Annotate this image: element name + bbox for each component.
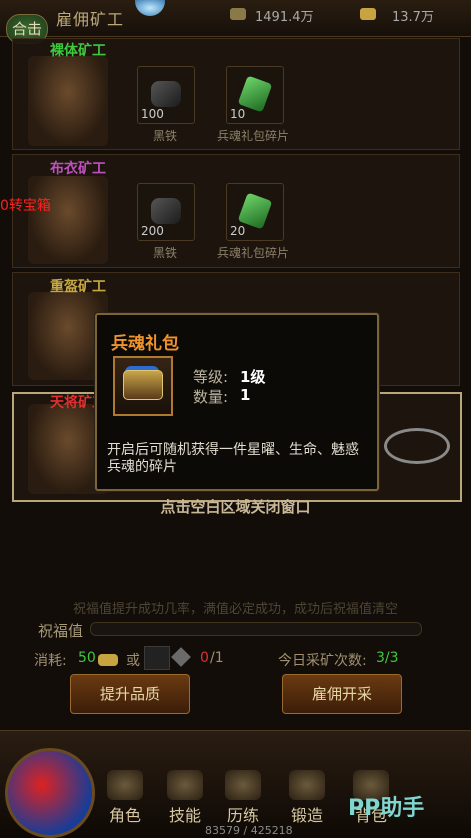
quantity-value: 1 — [240, 386, 251, 404]
cost-label: 消耗: — [34, 653, 67, 669]
watermark: PP助手 — [348, 796, 425, 821]
reward-count: 100 — [141, 107, 164, 121]
miner-figure — [28, 176, 108, 264]
reward-count: 200 — [141, 224, 164, 238]
item-tooltip-popup: 兵魂礼包 等级: 1级 数量: 1 开启后可随机获得一件星曜、生命、魅惑兵魂的碎… — [95, 313, 379, 491]
nav-label: 锻造 — [290, 806, 323, 825]
skill-icon — [167, 770, 203, 800]
reward-name: 黑铁 — [152, 246, 177, 260]
mining-count-value: 3/3 — [376, 650, 399, 666]
cost-item-need: /1 — [210, 650, 224, 666]
page-title: 雇佣矿工 — [56, 10, 125, 29]
cost-item-count: 0 — [200, 650, 209, 666]
reward-count: 10 — [230, 107, 246, 121]
reward-name: 兵魂礼包碎片 — [216, 129, 289, 143]
upgrade-quality-button[interactable]: 提升品质 — [70, 674, 190, 714]
chest-icon — [113, 356, 173, 416]
miner-name: 裸体矿工 — [50, 43, 106, 59]
bless-label: 祝福值 — [38, 622, 84, 640]
miner-name: 布衣矿工 — [50, 161, 106, 177]
hammer-icon — [171, 647, 191, 667]
reward-name: 兵魂礼包碎片 — [216, 246, 289, 260]
silver-icon — [230, 8, 246, 20]
cost-item-slot[interactable] — [144, 646, 170, 670]
reward-count: 20 — [230, 224, 246, 238]
yin-yang-orb-icon[interactable] — [5, 748, 95, 838]
gold-ingot-icon — [98, 654, 118, 666]
ore-icon — [151, 81, 181, 107]
character-icon — [107, 770, 143, 800]
nav-training[interactable]: 历练 — [218, 770, 268, 826]
nav-label: 技能 — [168, 806, 201, 825]
gold-icon — [360, 8, 376, 20]
forge-icon — [289, 770, 325, 800]
mining-count-label: 今日采矿次数: — [278, 653, 367, 669]
arrow-emblem-icon — [384, 428, 450, 464]
miner-name: 重盔矿工 — [50, 279, 106, 295]
item-description: 开启后可随机获得一件星曜、生命、魅惑兵魂的碎片 — [107, 442, 359, 475]
silver-amount: 1491.4万 — [255, 10, 314, 25]
cost-or-label: 或 — [126, 653, 140, 669]
bless-hint: 祝福值提升成功几率，满值必定成功，成功后祝福值清空 — [72, 602, 398, 617]
nav-label: 历练 — [226, 806, 259, 825]
popup-title: 兵魂礼包 — [111, 334, 179, 354]
reward-name: 黑铁 — [152, 129, 177, 143]
hire-mining-button[interactable]: 雇佣开采 — [282, 674, 402, 714]
miner-figure — [28, 56, 108, 146]
quantity-label: 数量: — [193, 388, 229, 406]
level-value: 1级 — [240, 368, 266, 386]
training-icon — [225, 770, 261, 800]
nav-character[interactable]: 角色 — [100, 770, 150, 826]
bless-progress-bar — [90, 622, 422, 636]
ore-icon — [151, 198, 181, 224]
cost-gold-amount: 50 — [78, 650, 96, 666]
gold-amount: 13.7万 — [392, 10, 434, 25]
level-label: 等级: — [193, 368, 229, 386]
close-hint: 点击空白区域关闭窗口 — [160, 498, 311, 516]
nav-label: 角色 — [108, 806, 141, 825]
side-chest-label[interactable]: 0转宝箱 — [0, 195, 51, 215]
nav-skill[interactable]: 技能 — [160, 770, 210, 826]
nav-forge[interactable]: 锻造 — [282, 770, 332, 826]
experience-readout: 83579 / 425218 — [205, 824, 293, 837]
